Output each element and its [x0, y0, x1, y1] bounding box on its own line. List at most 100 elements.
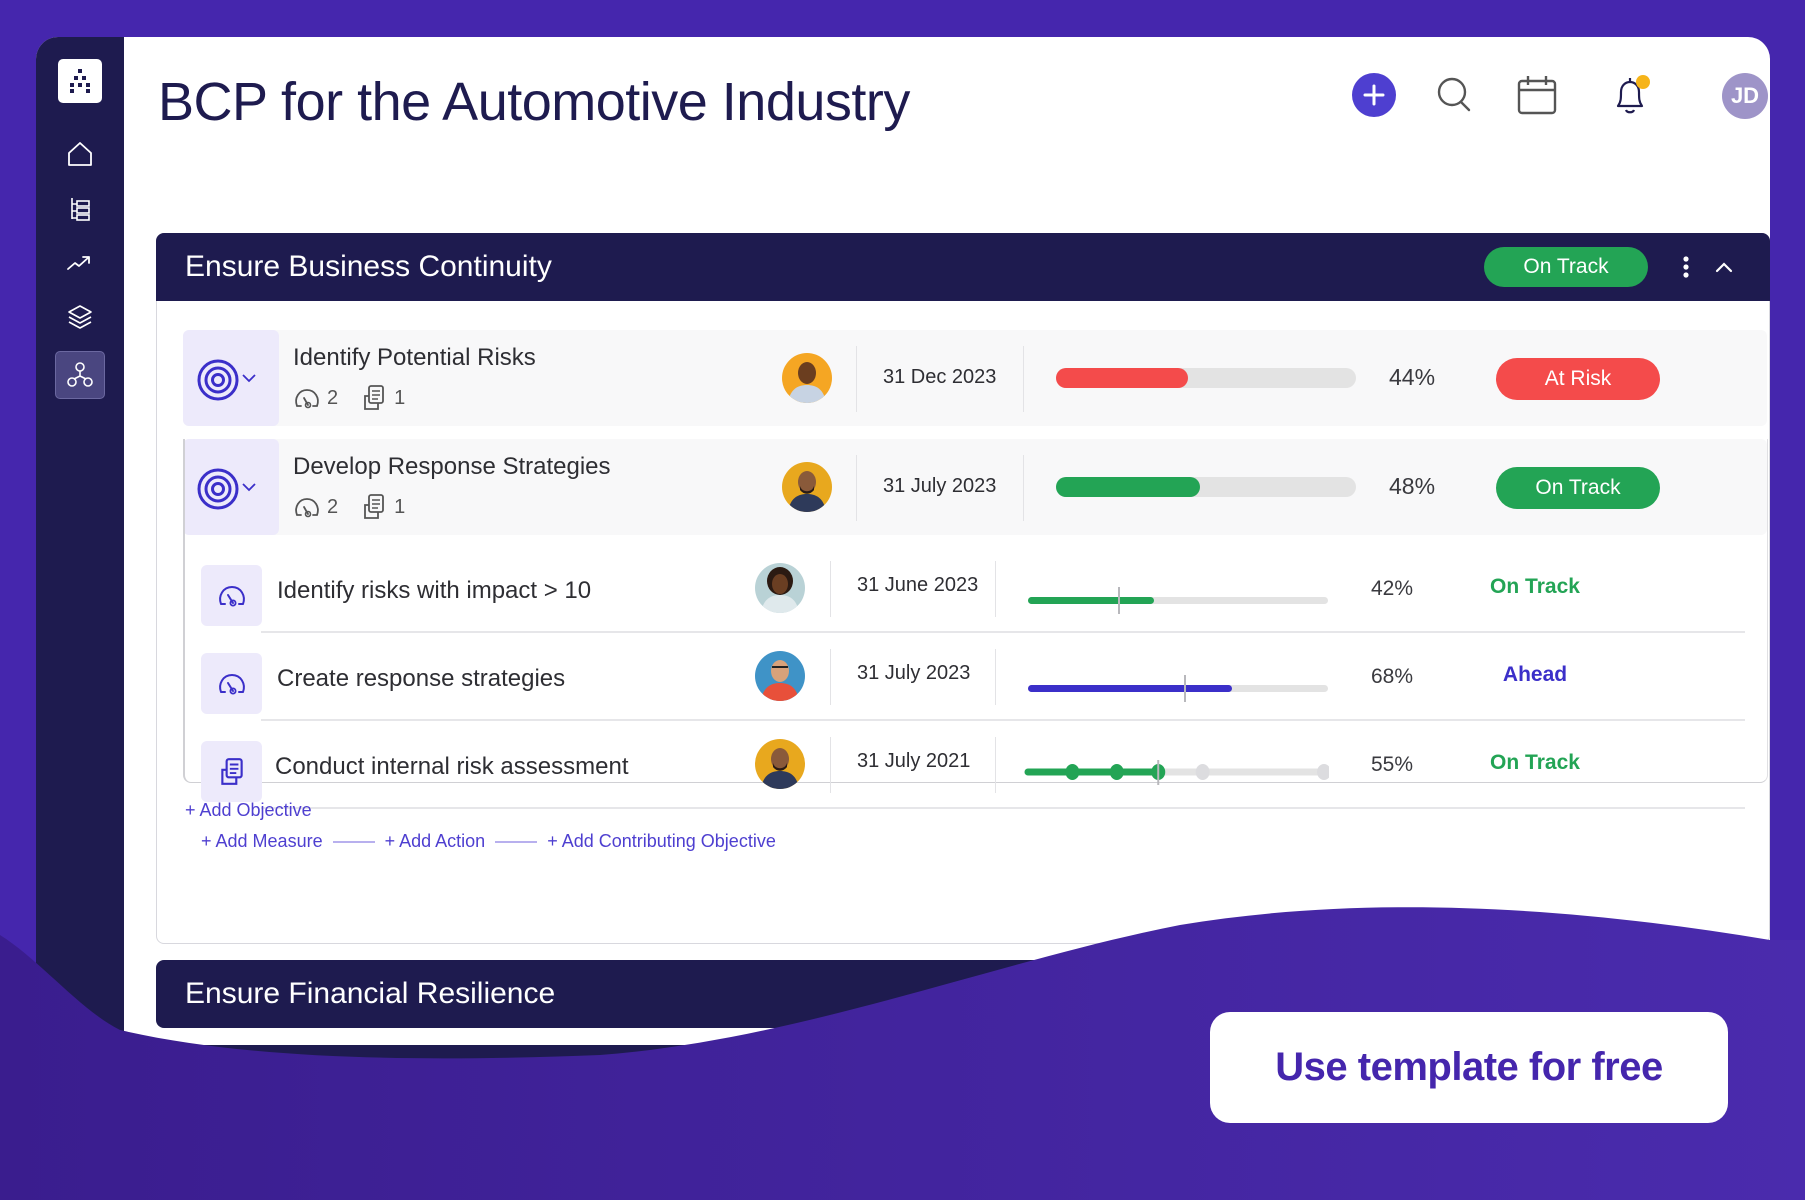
add-links: + Add Measure + Add Action + Add Contrib… — [201, 831, 776, 852]
measures-count: 2 — [327, 386, 339, 409]
gauge-icon — [218, 585, 245, 606]
progress-percent: 42% — [1371, 577, 1414, 600]
section-title: Ensure Business Continuity — [185, 250, 552, 283]
action-row[interactable]: Conduct internal risk assessment 31 July… — [185, 721, 1745, 809]
sidebar-item-home[interactable] — [55, 130, 105, 178]
sidebar-item-layers[interactable] — [55, 293, 105, 341]
divider — [995, 649, 996, 705]
more-options-button[interactable] — [1682, 255, 1690, 284]
person-photo-icon — [755, 651, 805, 701]
target-icon — [197, 359, 239, 401]
divider — [1023, 346, 1024, 412]
sidebar-item-trends[interactable] — [55, 239, 105, 287]
target-marker — [1118, 587, 1120, 614]
owner-avatar[interactable] — [755, 651, 805, 701]
add-objective-link[interactable]: + Add Objective — [185, 800, 312, 821]
calendar-icon — [1517, 76, 1557, 115]
objective-toggle[interactable] — [183, 330, 279, 426]
add-button[interactable] — [1352, 73, 1396, 117]
layers-icon — [68, 305, 92, 329]
app-logo[interactable] — [58, 59, 102, 103]
sidebar — [36, 37, 124, 1200]
divider — [995, 561, 996, 617]
measure-name[interactable]: Identify risks with impact > 10 — [277, 577, 591, 605]
owner-avatar[interactable] — [782, 353, 832, 403]
document-stack-icon — [220, 757, 243, 785]
search-icon — [1437, 77, 1471, 112]
progress-bar — [1028, 675, 1328, 702]
section-header[interactable]: Ensure Business Continuity On Track — [156, 233, 1770, 301]
person-photo-icon — [755, 563, 805, 613]
measure-type — [201, 653, 262, 714]
user-avatar[interactable]: JD — [1722, 73, 1768, 119]
measure-row[interactable]: Identify risks with impact > 10 31 June … — [185, 545, 1745, 633]
milestone-dot[interactable] — [1065, 764, 1080, 780]
person-photo-icon — [755, 739, 805, 789]
add-contributing-objective-link[interactable]: + Add Contributing Objective — [547, 831, 776, 852]
progress-percent: 55% — [1371, 753, 1414, 776]
person-photo-icon — [782, 353, 832, 403]
divider — [856, 346, 857, 412]
notification-dot — [1636, 75, 1650, 89]
due-date: 31 June 2023 — [857, 574, 979, 596]
kebab-icon — [1683, 256, 1689, 278]
objective-row[interactable]: Identify Potential Risks 2 1 31 Dec 2023… — [183, 330, 1767, 426]
owner-avatar[interactable] — [755, 739, 805, 789]
objective-children: Identify risks with impact > 10 31 June … — [183, 439, 1768, 851]
network-icon — [67, 362, 93, 387]
progress-fill — [1028, 685, 1232, 692]
owner-avatar[interactable] — [755, 563, 805, 613]
action-type — [201, 741, 262, 802]
objective-meta: 2 1 — [293, 384, 405, 412]
page-title: BCP for the Automotive Industry — [158, 72, 910, 132]
due-date: 31 July 2021 — [857, 750, 971, 772]
progress-fill — [1056, 368, 1188, 388]
add-action-link[interactable]: + Add Action — [385, 831, 486, 852]
gauge-icon — [218, 673, 245, 694]
hierarchy-icon — [71, 198, 90, 221]
due-date: 31 Dec 2023 — [883, 366, 997, 388]
objective-name[interactable]: Identify Potential Risks — [293, 344, 536, 372]
status-label: On Track — [1490, 751, 1580, 774]
search-button[interactable] — [1432, 73, 1476, 117]
milestone-track — [1024, 760, 1329, 785]
app-logo-icon — [70, 69, 90, 93]
chevron-up-icon — [1715, 262, 1733, 273]
milestone-dot[interactable] — [1317, 764, 1329, 780]
row-divider — [261, 807, 1745, 809]
link-separator — [332, 840, 375, 843]
milestone-dot[interactable] — [1195, 764, 1210, 780]
section-title: Strengthen Communication — [185, 1061, 549, 1094]
progress-bar — [1056, 368, 1356, 388]
progress-fill — [1028, 597, 1154, 604]
milestone-dot[interactable] — [1109, 764, 1124, 780]
divider — [830, 649, 831, 705]
sidebar-item-hierarchy[interactable] — [55, 185, 105, 233]
document-stack-icon — [364, 385, 385, 410]
due-date: 31 July 2023 — [857, 662, 971, 684]
measure-name[interactable]: Create response strategies — [277, 665, 565, 693]
divider — [995, 737, 996, 793]
use-template-button[interactable]: Use template for free — [1210, 1012, 1728, 1123]
calendar-button[interactable] — [1515, 73, 1559, 117]
action-name[interactable]: Conduct internal risk assessment — [275, 753, 628, 781]
sidebar-item-strategy-map[interactable] — [55, 351, 105, 399]
plus-icon — [1363, 84, 1385, 106]
progress-percent: 44% — [1389, 364, 1436, 390]
section-title: Ensure Financial Resilience — [185, 977, 556, 1010]
progress-bar — [1028, 587, 1328, 614]
status-badge: At Risk — [1496, 358, 1660, 400]
gauge-icon — [295, 389, 319, 409]
notifications-button[interactable] — [1608, 73, 1652, 117]
home-icon — [68, 142, 92, 166]
collapse-button[interactable] — [1714, 255, 1734, 284]
measure-type — [201, 565, 262, 626]
status-label: On Track — [1490, 575, 1580, 598]
add-measure-link[interactable]: + Add Measure — [201, 831, 323, 852]
status-label: Ahead — [1502, 663, 1568, 686]
actions-count: 1 — [394, 386, 406, 409]
target-marker — [1184, 675, 1186, 702]
measure-row[interactable]: Create response strategies 31 July 2023 — [185, 633, 1745, 721]
chevron-down-icon — [242, 374, 256, 383]
progress-percent: 68% — [1371, 665, 1414, 688]
